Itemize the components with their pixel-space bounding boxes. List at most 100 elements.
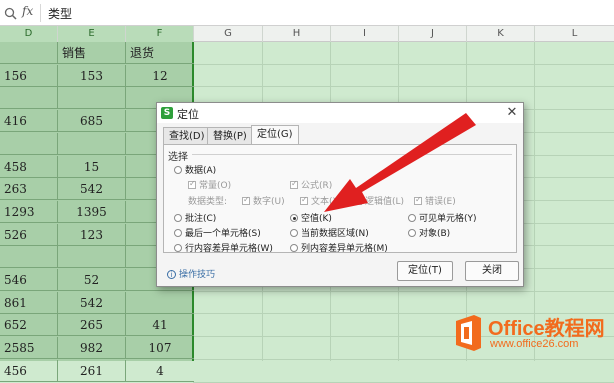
option-comments-label: 批注(C) bbox=[185, 214, 217, 224]
cell-f[interactable]: 退货 bbox=[126, 42, 194, 64]
table-row: 156 153 12 bbox=[0, 64, 194, 87]
group-divider bbox=[192, 154, 512, 155]
close-button[interactable]: 关闭 bbox=[465, 261, 519, 281]
option-blanks-label: 空值(K) bbox=[301, 214, 332, 224]
radio-icon bbox=[174, 214, 182, 222]
option-last-cell[interactable]: 最后一个单元格(S) bbox=[174, 226, 261, 239]
option-blanks[interactable]: 空值(K) bbox=[290, 211, 332, 224]
cell-d[interactable]: 456 bbox=[0, 359, 58, 382]
cell-d[interactable] bbox=[0, 246, 58, 269]
column-header-g[interactable]: G bbox=[194, 26, 263, 42]
check-numbers[interactable]: 数字(U) bbox=[242, 194, 285, 207]
column-header-h[interactable]: H bbox=[263, 26, 331, 42]
check-formulas[interactable]: 公式(R) bbox=[290, 178, 332, 191]
checkbox-icon bbox=[242, 195, 250, 205]
option-column-differences[interactable]: 列内容差异单元格(M) bbox=[290, 241, 388, 254]
cell-d[interactable]: 416 bbox=[0, 110, 58, 133]
cell-f[interactable]: 107 bbox=[126, 337, 194, 359]
check-numbers-label: 数字(U) bbox=[253, 197, 285, 207]
radio-icon bbox=[174, 229, 182, 237]
option-column-differences-label: 列内容差异单元格(M) bbox=[301, 244, 388, 254]
cell-e[interactable]: 542 bbox=[58, 291, 126, 314]
checkbox-icon bbox=[188, 179, 196, 189]
check-constants[interactable]: 常量(O) bbox=[188, 178, 231, 191]
check-text-label: 文本(X) bbox=[311, 197, 343, 207]
cell-e[interactable]: 153 bbox=[58, 64, 126, 87]
tab-find[interactable]: 查找(D) bbox=[163, 127, 211, 145]
check-constants-label: 常量(O) bbox=[199, 181, 232, 191]
check-text[interactable]: 文本(X) bbox=[300, 194, 342, 207]
dialog-titlebar[interactable]: S 定位 ✕ bbox=[157, 103, 523, 123]
option-objects[interactable]: 对象(B) bbox=[408, 226, 450, 239]
office-logo-icon bbox=[456, 315, 481, 351]
option-comments[interactable]: 批注(C) bbox=[174, 211, 216, 224]
cell-e[interactable]: 15 bbox=[58, 155, 126, 178]
select-group-label: 选择 bbox=[168, 152, 188, 163]
option-row-differences[interactable]: 行内容差异单元格(W) bbox=[174, 241, 273, 254]
column-header-k[interactable]: K bbox=[467, 26, 535, 42]
cell-d[interactable]: 458 bbox=[0, 155, 58, 178]
grid-row-line bbox=[193, 381, 614, 383]
option-last-cell-label: 最后一个单元格(S) bbox=[185, 229, 261, 239]
tab-replace[interactable]: 替换(P) bbox=[207, 127, 253, 145]
grid-row-line bbox=[193, 358, 614, 360]
check-errors[interactable]: 错误(E) bbox=[414, 194, 456, 207]
cell-f[interactable] bbox=[126, 292, 194, 314]
cell-e[interactable]: 52 bbox=[58, 269, 126, 291]
cell-d[interactable] bbox=[0, 132, 58, 155]
cell-f[interactable]: 12 bbox=[126, 65, 194, 87]
cell-e[interactable]: 542 bbox=[58, 178, 126, 201]
cell-e[interactable]: 265 bbox=[58, 314, 126, 337]
cell-d[interactable]: 526 bbox=[0, 223, 58, 246]
formula-bar: fx 类型 bbox=[0, 0, 614, 26]
column-header-j[interactable]: J bbox=[399, 26, 467, 42]
tab-goto[interactable]: 定位(G) bbox=[251, 125, 299, 146]
cell-d[interactable]: 861 bbox=[0, 291, 58, 314]
grid-row-line bbox=[193, 86, 614, 88]
formula-input[interactable]: 类型 bbox=[48, 5, 72, 22]
zoom-icon[interactable] bbox=[4, 7, 17, 20]
check-logical[interactable]: 逻辑值(L) bbox=[354, 194, 404, 207]
column-header-d[interactable]: D bbox=[0, 26, 58, 42]
cell-f[interactable]: 41 bbox=[126, 314, 194, 336]
radio-icon bbox=[174, 244, 182, 252]
goto-button[interactable]: 定位(T) bbox=[397, 261, 453, 281]
cell-f[interactable]: 4 bbox=[126, 360, 194, 382]
table-row: 652 265 41 bbox=[0, 314, 194, 337]
cell-e[interactable]: 982 bbox=[58, 337, 126, 360]
column-header-l[interactable]: L bbox=[535, 26, 614, 42]
cell-d[interactable]: 156 bbox=[0, 64, 58, 87]
radio-icon bbox=[408, 214, 416, 222]
dialog-title: 定位 bbox=[177, 108, 199, 121]
cell-e[interactable]: 销售 bbox=[58, 42, 126, 64]
radio-icon bbox=[408, 229, 416, 237]
cell-d[interactable]: 263 bbox=[0, 178, 58, 201]
fx-icon[interactable]: fx bbox=[22, 4, 33, 18]
close-icon[interactable]: ✕ bbox=[504, 105, 520, 120]
cell-e[interactable] bbox=[58, 87, 126, 110]
cell-e[interactable] bbox=[58, 246, 126, 269]
cell-d[interactable]: 1293 bbox=[0, 200, 58, 223]
watermark-url: www.office26.com bbox=[490, 338, 579, 350]
cell-d[interactable] bbox=[0, 42, 58, 64]
info-icon: i bbox=[167, 270, 176, 279]
option-current-region[interactable]: 当前数据区域(N) bbox=[290, 226, 369, 239]
cell-d[interactable]: 2585 bbox=[0, 337, 58, 360]
cell-d[interactable]: 652 bbox=[0, 314, 58, 337]
column-header-e[interactable]: E bbox=[58, 26, 126, 42]
option-data[interactable]: 数据(A) bbox=[174, 163, 216, 176]
formula-divider bbox=[40, 4, 41, 22]
tips-link[interactable]: i 操作技巧 bbox=[167, 267, 215, 280]
cell-e[interactable]: 123 bbox=[58, 223, 126, 246]
column-header-f[interactable]: F bbox=[126, 26, 194, 42]
goto-panel: 选择 数据(A) 常量(O) 公式(R) 数据类型: 数字(U) 文本(X) 逻… bbox=[163, 144, 517, 254]
cell-e[interactable]: 685 bbox=[58, 110, 126, 133]
cell-e[interactable] bbox=[58, 132, 126, 155]
cell-d[interactable] bbox=[0, 87, 58, 110]
cell-e[interactable]: 1395 bbox=[58, 200, 126, 223]
table-row: 456 261 4 bbox=[0, 359, 194, 382]
option-visible-cells[interactable]: 可见单元格(Y) bbox=[408, 211, 477, 224]
cell-e[interactable]: 261 bbox=[58, 359, 126, 382]
column-header-i[interactable]: I bbox=[331, 26, 399, 42]
cell-d[interactable]: 546 bbox=[0, 269, 58, 291]
